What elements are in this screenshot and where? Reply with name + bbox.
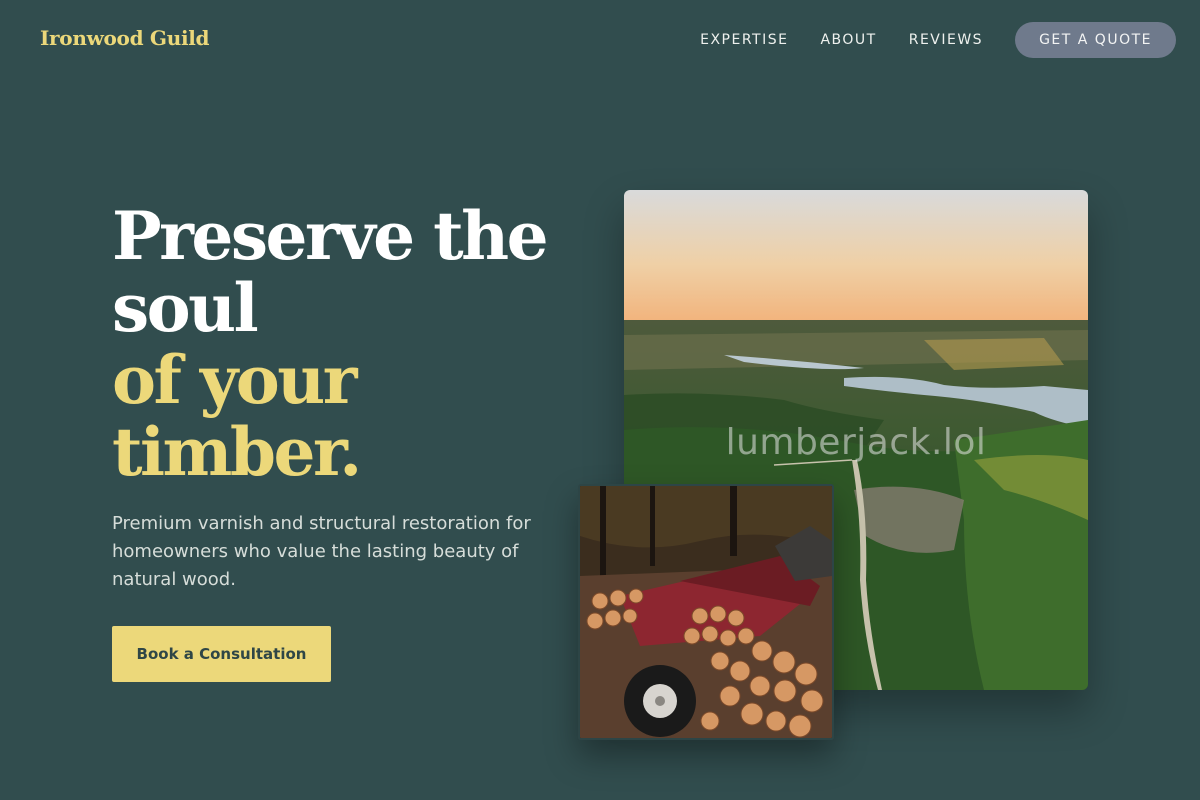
image-watermark: lumberjack.lol (725, 422, 987, 463)
nav-link-reviews[interactable]: REVIEWS (909, 32, 983, 48)
hero-headline: Preserve the soul of your timber. (112, 200, 582, 488)
hero-description: Premium varnish and structural restorati… (112, 513, 531, 590)
nav-link-about[interactable]: ABOUT (820, 32, 876, 48)
headline-line-accent: of your timber. (112, 341, 362, 491)
log-pile-photo (578, 484, 834, 740)
log-pile-image (580, 486, 832, 738)
brand-logo[interactable]: Ironwood Guild (40, 26, 210, 50)
get-quote-button[interactable]: GET A QUOTE (1015, 22, 1176, 58)
headline-line-white: Preserve the soul (112, 197, 549, 347)
nav-link-expertise[interactable]: EXPERTISE (700, 32, 788, 48)
book-consultation-button[interactable]: Book a Consultation (112, 626, 331, 682)
main-nav: EXPERTISE ABOUT REVIEWS GET A QUOTE (700, 22, 1176, 58)
